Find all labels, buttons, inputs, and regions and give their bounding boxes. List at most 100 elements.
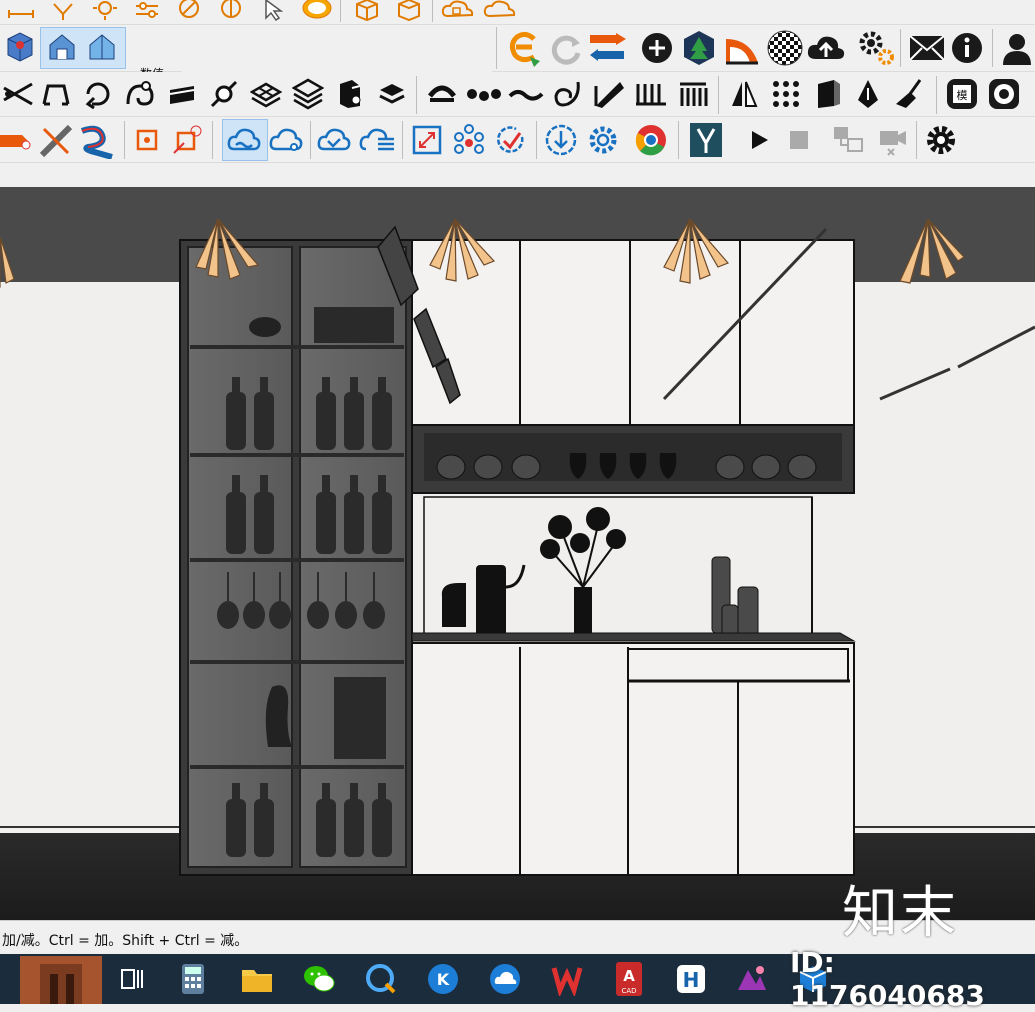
square-dot-icon[interactable]: [132, 125, 162, 155]
settings-gear-icon[interactable]: [924, 123, 958, 157]
toolbar-row-tools: 模: [0, 72, 1035, 117]
svg-text:K: K: [437, 970, 450, 989]
bubble-icon[interactable]: [300, 0, 334, 22]
broom-icon[interactable]: [894, 78, 926, 110]
play-icon[interactable]: [744, 125, 774, 155]
pillar-icon[interactable]: [334, 78, 366, 110]
cross-scissors-icon[interactable]: [38, 123, 74, 159]
camera-x-icon[interactable]: [876, 123, 910, 157]
watermark-id: ID: 1176040683: [790, 946, 985, 1012]
spiral-icon[interactable]: [124, 78, 156, 110]
cube-blue-icon[interactable]: [4, 31, 34, 63]
dots-line-icon[interactable]: [466, 78, 502, 110]
lower-cabinets: [411, 642, 855, 876]
status-text: 加/减。Ctrl = 加。Shift + Ctrl = 减。: [2, 933, 249, 949]
loop-icon[interactable]: [82, 78, 114, 110]
box-icon[interactable]: [352, 0, 382, 22]
gears-icon[interactable]: [856, 29, 896, 67]
square-x-icon[interactable]: [172, 125, 202, 155]
mirror-icon[interactable]: [728, 78, 760, 110]
toolbar-row-top: [0, 0, 1035, 25]
wps-icon[interactable]: [550, 962, 584, 996]
cloud-upload-icon[interactable]: [806, 31, 846, 65]
cloud-cube-icon[interactable]: [440, 0, 476, 22]
cloud-list-icon[interactable]: [358, 125, 396, 155]
cloud-check-icon[interactable]: [316, 125, 352, 155]
molecule-icon[interactable]: [452, 123, 486, 157]
start-thumbnail-icon[interactable]: [20, 956, 102, 1004]
select-arrow-icon[interactable]: [258, 0, 288, 22]
model-viewport[interactable]: [0, 187, 1035, 920]
arch-icon[interactable]: [40, 78, 72, 110]
compass-alt-icon[interactable]: [216, 0, 246, 22]
grid-stack-alt-icon[interactable]: [292, 78, 324, 110]
protractor-icon[interactable]: [724, 31, 760, 65]
model-badge-icon[interactable]: 模: [944, 76, 980, 112]
swap-frames-icon[interactable]: [830, 123, 866, 157]
sliders-icon[interactable]: [132, 0, 162, 22]
tree-badge-icon[interactable]: [680, 29, 718, 67]
gear-blue-icon[interactable]: [586, 123, 620, 157]
circle-tag-icon[interactable]: [986, 76, 1022, 112]
cloud-link-icon[interactable]: [226, 125, 262, 155]
cad-label: CAD: [621, 987, 636, 995]
info-icon[interactable]: [950, 31, 984, 65]
k-app-icon[interactable]: K: [426, 962, 460, 996]
pencil-x-icon[interactable]: [0, 123, 32, 155]
scissors-icon[interactable]: [2, 78, 34, 110]
h-app-icon[interactable]: H: [674, 962, 708, 996]
panel-icon[interactable]: [812, 78, 844, 110]
compass-icon[interactable]: [174, 0, 204, 22]
fence-icon[interactable]: [634, 78, 668, 110]
curl-icon[interactable]: [550, 78, 582, 110]
columns-icon[interactable]: [676, 78, 710, 110]
check-rotate-icon[interactable]: [494, 123, 528, 157]
stop-icon[interactable]: [784, 125, 814, 155]
plus-circle-icon[interactable]: [640, 31, 674, 65]
wechat-icon[interactable]: [302, 962, 336, 996]
svg-text:H: H: [683, 968, 700, 992]
mail-icon[interactable]: [908, 33, 946, 63]
art-app-icon[interactable]: [734, 962, 768, 996]
dimension-icon[interactable]: [6, 0, 36, 22]
y-logo-icon[interactable]: [688, 121, 724, 159]
cloud-app-icon[interactable]: [488, 962, 522, 996]
arc-icon[interactable]: [426, 78, 458, 110]
file-explorer-icon[interactable]: [240, 962, 274, 996]
task-view-icon[interactable]: [116, 962, 150, 996]
chat-link-icon[interactable]: [364, 962, 398, 996]
download-circle-icon[interactable]: [544, 123, 578, 157]
house-view-alt-icon[interactable]: [86, 31, 118, 63]
svg-text:A: A: [623, 967, 635, 985]
watermark-brand: 知末: [842, 881, 958, 946]
cad-icon[interactable]: A CAD: [612, 962, 646, 996]
bar-icon[interactable]: [166, 78, 198, 110]
refresh-icon[interactable]: [548, 31, 584, 67]
route-icon[interactable]: [78, 123, 116, 159]
enscape-icon[interactable]: [504, 29, 544, 67]
chrome-icon[interactable]: [634, 123, 668, 157]
svg-text:模: 模: [957, 89, 968, 102]
sun-icon[interactable]: [90, 0, 120, 22]
cloud-icon[interactable]: [482, 0, 518, 22]
hatch-icon[interactable]: [48, 0, 78, 22]
node-line-icon[interactable]: [208, 78, 240, 110]
dot-grid-icon[interactable]: [770, 78, 802, 110]
user-icon[interactable]: [1000, 31, 1034, 65]
ruler-icon[interactable]: [592, 78, 626, 110]
expand-box-icon[interactable]: [410, 123, 444, 157]
toolbar-row-views: 数值: [0, 25, 1035, 89]
grid-stack-icon[interactable]: [250, 78, 282, 110]
glass-wine-cabinet: [179, 239, 413, 876]
cloud-share-icon[interactable]: [268, 125, 304, 155]
checker-sphere-icon[interactable]: [766, 29, 804, 67]
calculator-icon[interactable]: [176, 962, 210, 996]
wave-icon[interactable]: [508, 78, 544, 110]
house-view-icon[interactable]: [46, 31, 78, 63]
transfer-icon[interactable]: [588, 31, 628, 67]
box-open-icon[interactable]: [394, 0, 424, 22]
pen-nib-icon[interactable]: [852, 78, 884, 110]
open-niche: [411, 424, 855, 494]
stamp-icon[interactable]: [376, 78, 408, 110]
toolbar-row-plugins: [0, 117, 1035, 163]
